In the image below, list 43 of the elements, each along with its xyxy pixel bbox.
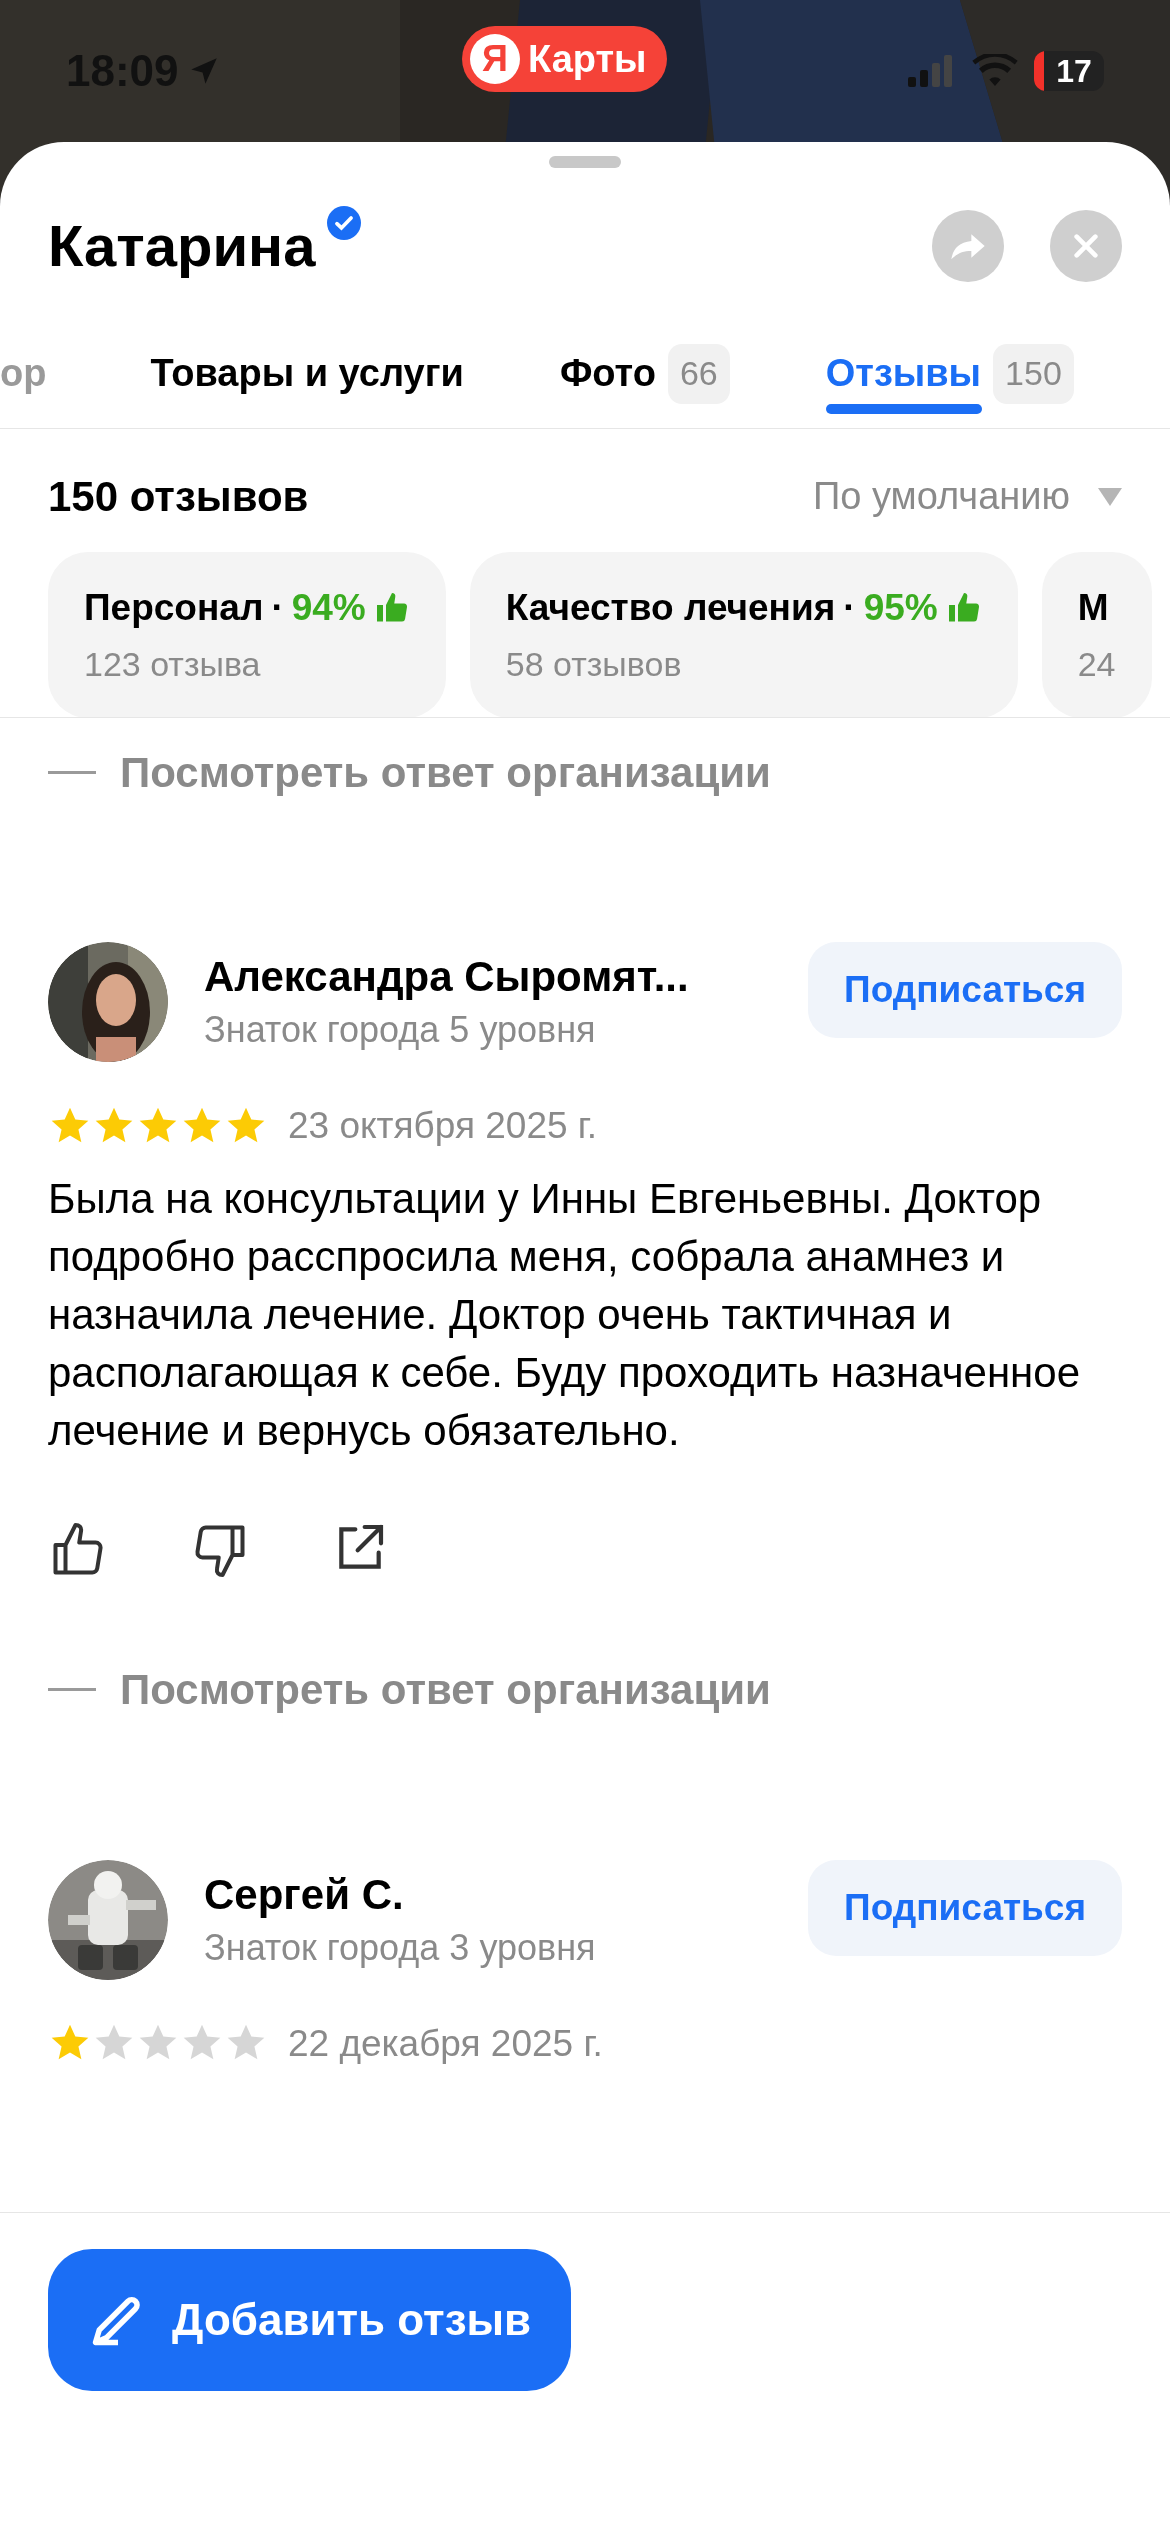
review-date: 22 декабря 2025 г. <box>288 2021 603 2066</box>
aspect-name: Качество лечения <box>505 585 836 630</box>
separator-dot: · <box>843 585 856 630</box>
aspect-card[interactable]: Качество лечения · 95% 58 отзывов <box>469 552 1018 717</box>
app-label: Карты <box>528 36 647 82</box>
aspect-percent: 95% <box>863 585 938 630</box>
aspect-name: Персонал <box>84 585 264 630</box>
close-icon <box>1072 231 1100 260</box>
view-reply-link[interactable]: Посмотреть ответ организации <box>120 1658 771 1721</box>
drag-handle[interactable] <box>549 156 621 168</box>
app-logo: Я <box>470 34 520 84</box>
aspect-count: 123 отзыва <box>84 644 262 686</box>
subscribe-button[interactable]: Подписаться <box>808 1859 1122 1956</box>
tab[interactable]: Товары и услуги <box>150 319 560 428</box>
wifi-icon <box>972 54 1018 88</box>
separator-dot: · <box>271 585 284 630</box>
aspect-percent: 94% <box>291 585 366 630</box>
view-reply-link[interactable]: Посмотреть ответ организации <box>120 742 771 804</box>
author-name: Александра Сыромят... <box>204 952 690 1002</box>
app-badge[interactable]: Я Карты <box>462 26 667 92</box>
aspect-card[interactable]: М 24 <box>1041 552 1152 717</box>
signal-icon <box>908 55 952 87</box>
aspect-count: 58 отзывов <box>505 644 683 686</box>
review-date: 23 октября 2025 г. <box>288 1104 598 1148</box>
add-review-button[interactable]: Добавить отзыв <box>48 2249 572 2391</box>
subscribe-button[interactable]: Подписаться <box>808 942 1122 1038</box>
author-level: Знаток города 3 уровня <box>204 1925 597 1970</box>
place-title: Катарина <box>48 212 316 280</box>
tab[interactable]: Отзывы 150 <box>825 319 1170 428</box>
author-name: Сергей С. <box>204 1869 405 1920</box>
dropdown-triangle-icon <box>1098 487 1122 506</box>
sort-dropdown[interactable]: По умолчанию <box>813 468 1122 525</box>
reviews-count: 150 отзывов <box>48 472 309 522</box>
tab-count: 150 <box>993 343 1074 404</box>
battery-indicator: 17 <box>1034 51 1104 91</box>
tab[interactable]: ор <box>0 319 151 428</box>
tab-count: 66 <box>667 343 730 404</box>
aspect-count: 24 <box>1077 644 1116 686</box>
tab[interactable]: Фото 66 <box>559 319 826 428</box>
review-text: Была на консультации у Инны Евгеньевны. Доктор подробно расспросила меня, собрала анамнез и назначила лечение. Доктор очень тактичная и располагающая к себе. Буду проходить назначенное лечение и вернусь обязательно. <box>48 1173 1081 1456</box>
author-level: Знаток города 5 уровня <box>204 1008 597 1052</box>
aspect-name: М <box>1077 585 1109 630</box>
aspect-card[interactable]: Персонал · 94% 123 отзыва <box>48 552 446 717</box>
